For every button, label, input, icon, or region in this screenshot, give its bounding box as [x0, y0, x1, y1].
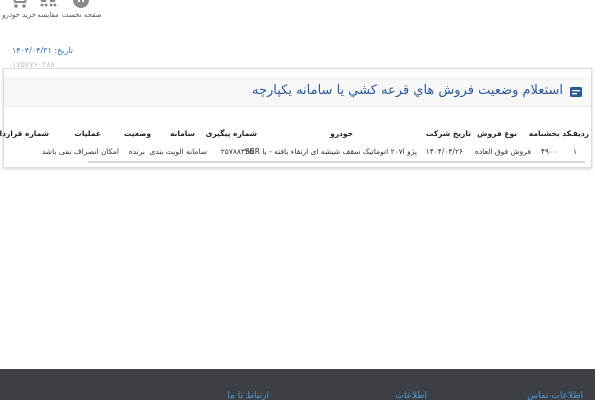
col-car: خودرو — [330, 129, 353, 138]
nav-home[interactable]: صفحه نخست — [62, 0, 102, 19]
card-icon — [570, 87, 582, 97]
col-row-number: ردیف — [569, 129, 589, 138]
footer-link-3[interactable]: ارتباط با ما — [227, 391, 269, 400]
nav-home-label: صفحه نخست — [62, 11, 102, 19]
horizontal-scrollbar[interactable] — [88, 161, 585, 163]
cell-status: برنده — [128, 147, 145, 156]
col-contract-number: شماره قرارداد — [0, 129, 49, 138]
nav-cart[interactable]: خرید خودرو — [2, 0, 36, 19]
cell-system: سامانه الویت بندی — [149, 147, 207, 156]
date-label: تاریخ: — [54, 46, 73, 55]
date-value: ۱۴۰۴/۰۴/۳۱ — [12, 46, 52, 55]
date-line: تاریخ: ۱۴۰۴/۰۴/۳۱ — [12, 46, 73, 55]
compare-icon — [40, 0, 57, 7]
col-circular-code: کد بخشنامه — [528, 129, 571, 138]
home-icon — [73, 0, 89, 8]
page: صفحه نخست مقایسه خرید خودرو تاریخ: ۱۴۰۴/… — [0, 0, 595, 400]
col-sale-type: نوع فروش — [477, 129, 517, 138]
top-navigation: صفحه نخست مقایسه خرید خودرو — [0, 0, 120, 24]
nav-cart-label: خرید خودرو — [2, 11, 36, 19]
col-date: تاریخ شرکت — [425, 129, 471, 138]
footer: اطلاعات تماس اطلاعات ارتباط با ما — [0, 369, 595, 400]
panel-header: استعلام وضعیت فروش هاي قرعه كشي يا سامان… — [4, 77, 591, 107]
cell-circular-code: ۴۹۰۰ — [540, 147, 557, 156]
cell-actions[interactable]: امکان انصراف نمی باشد — [42, 147, 119, 156]
col-actions: عملیات — [74, 129, 101, 138]
cell-tracking-number: ۲۵۷۸۸۳۳۵ — [220, 147, 253, 156]
nav-compare-label: مقایسه — [37, 11, 59, 19]
cell-row-number: ۱ — [572, 147, 577, 156]
cell-car: پژو ۲۰۷i اتوماتیک سقف شیشه ای ارتقاء یاف… — [244, 147, 417, 156]
cell-date: ۱۴۰۴/۰۴/۲۶ — [425, 147, 463, 156]
footer-link-1[interactable]: اطلاعات تماس — [527, 391, 583, 400]
col-status: وضعیت — [123, 129, 151, 138]
panel-title: استعلام وضعیت فروش هاي قرعه كشي يا سامان… — [251, 83, 563, 98]
footer-link-2[interactable]: اطلاعات — [395, 391, 427, 400]
cart-icon — [13, 0, 27, 8]
cell-sale-type: فروش فوق العاده — [474, 147, 531, 156]
table-row: ۱ ۴۹۰۰ فروش فوق العاده ۱۴۰۴/۰۴/۲۶ پژو ۲۰… — [4, 145, 591, 161]
inquiry-panel: استعلام وضعیت فروش هاي قرعه كشي يا سامان… — [0, 68, 592, 168]
table-header-row: ردیف کد بخشنامه نوع فروش تاریخ شرکت خودر… — [0, 127, 591, 143]
col-tracking-number: شماره پیگیری — [205, 129, 257, 138]
col-system: سامانه — [169, 129, 195, 138]
nav-compare[interactable]: مقایسه — [36, 0, 60, 19]
